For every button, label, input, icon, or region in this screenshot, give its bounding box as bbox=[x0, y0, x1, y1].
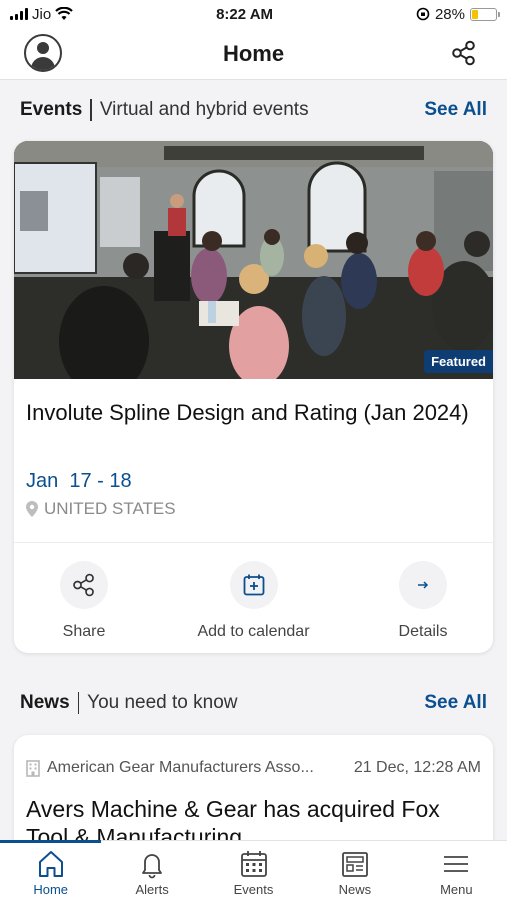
events-see-all-link[interactable]: See All bbox=[424, 99, 487, 121]
event-title[interactable]: Involute Spline Design and Rating (Jan 2… bbox=[26, 399, 481, 426]
newspaper-icon bbox=[342, 852, 368, 877]
event-location-text: UNITED STATES bbox=[44, 499, 176, 518]
news-meta: American Gear Manufacturers Asso... 21 D… bbox=[26, 759, 481, 777]
tab-alerts[interactable]: Alerts bbox=[101, 841, 202, 900]
details-label: Details bbox=[398, 623, 448, 640]
featured-event-card[interactable]: Featured Involute Spline Design and Rati… bbox=[14, 141, 493, 653]
share-icon[interactable] bbox=[451, 40, 477, 66]
tab-menu-label: Menu bbox=[440, 882, 473, 897]
location-pin-icon bbox=[26, 501, 38, 517]
events-section-subtitle: Virtual and hybrid events bbox=[99, 99, 309, 120]
section-divider bbox=[77, 692, 80, 714]
bell-icon bbox=[142, 854, 163, 879]
section-divider bbox=[90, 99, 92, 121]
status-left: Jio bbox=[10, 6, 73, 23]
news-see-all-link[interactable]: See All bbox=[424, 692, 487, 714]
wifi-icon bbox=[55, 7, 73, 20]
active-tab-indicator bbox=[0, 840, 101, 843]
event-actions: Share Add to calendar Details bbox=[14, 561, 493, 641]
featured-badge: Featured bbox=[424, 350, 493, 373]
share-button[interactable]: Share bbox=[36, 561, 132, 641]
signal-icon bbox=[10, 8, 28, 20]
app-header: Home bbox=[0, 28, 507, 80]
calendar-icon bbox=[240, 851, 267, 877]
news-section-header: News You need to know See All bbox=[20, 690, 487, 716]
calendar-add-icon bbox=[243, 574, 264, 596]
news-timestamp: 21 Dec, 12:28 AM bbox=[353, 759, 481, 776]
news-card[interactable]: American Gear Manufacturers Asso... 21 D… bbox=[14, 735, 493, 855]
news-source-name: American Gear Manufacturers Asso... bbox=[47, 759, 314, 776]
building-icon bbox=[26, 759, 40, 777]
events-section-title: Events bbox=[20, 99, 83, 120]
add-to-calendar-label: Add to calendar bbox=[197, 623, 310, 640]
bottom-tab-bar: Home Alerts Events News Menu bbox=[0, 840, 507, 900]
conference-room-illustration bbox=[14, 141, 493, 379]
details-button[interactable]: Details bbox=[375, 561, 471, 641]
battery-icon bbox=[470, 7, 500, 21]
event-photo: Featured bbox=[14, 141, 493, 379]
status-bar: Jio 8:22 AM 28% bbox=[0, 0, 507, 28]
battery-percent: 28% bbox=[434, 5, 465, 23]
tab-home-label: Home bbox=[33, 882, 69, 897]
tab-events[interactable]: Events bbox=[203, 841, 304, 900]
tab-menu[interactable]: Menu bbox=[406, 841, 507, 900]
news-section-subtitle: You need to know bbox=[87, 692, 238, 713]
tab-alerts-label: Alerts bbox=[135, 882, 169, 897]
share-icon bbox=[73, 573, 94, 597]
event-location: UNITED STATES bbox=[26, 499, 176, 519]
tab-home[interactable]: Home bbox=[0, 841, 101, 900]
page-title: Home bbox=[222, 40, 285, 66]
tab-news-label: News bbox=[338, 882, 372, 897]
carrier-name: Jio bbox=[32, 5, 52, 23]
news-section-title: News bbox=[20, 692, 70, 713]
status-right: 28% bbox=[416, 5, 500, 23]
arrow-right-icon bbox=[418, 581, 429, 589]
events-section-header: Events Virtual and hybrid events See All bbox=[20, 97, 487, 123]
orientation-lock-icon bbox=[416, 7, 430, 21]
tab-news[interactable]: News bbox=[304, 841, 405, 900]
home-icon bbox=[38, 851, 63, 877]
share-label: Share bbox=[62, 623, 106, 640]
card-divider bbox=[14, 542, 493, 543]
status-time: 8:22 AM bbox=[216, 5, 274, 23]
event-date: Jan 17 - 18 bbox=[26, 470, 132, 492]
add-to-calendar-button[interactable]: Add to calendar bbox=[179, 561, 329, 641]
profile-avatar-icon[interactable] bbox=[24, 34, 62, 72]
hamburger-menu-icon bbox=[444, 856, 469, 872]
tab-events-label: Events bbox=[233, 882, 274, 897]
